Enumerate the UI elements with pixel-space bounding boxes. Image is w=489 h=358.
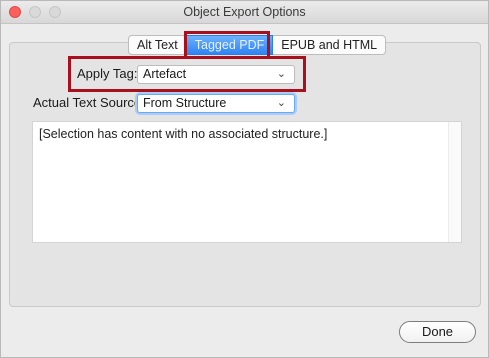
tab-bar: Alt Text Tagged PDF EPUB and HTML <box>128 35 387 55</box>
actual-text-area[interactable]: [Selection has content with no associate… <box>32 121 462 243</box>
actual-text-source-select[interactable]: From Structure ⌄ <box>137 94 295 113</box>
actual-text-content: [Selection has content with no associate… <box>39 127 328 141</box>
actual-text-source-value: From Structure <box>143 96 227 110</box>
title-bar: Object Export Options <box>1 1 488 24</box>
done-button[interactable]: Done <box>399 321 476 343</box>
dialog-window: Object Export Options Alt Text Tagged PD… <box>0 0 489 358</box>
actual-text-source-label: Actual Text Source: <box>33 95 145 110</box>
tab-epub-and-html[interactable]: EPUB and HTML <box>273 35 387 55</box>
chevron-down-icon: ⌄ <box>276 97 286 109</box>
tab-tagged-pdf[interactable]: Tagged PDF <box>186 35 274 55</box>
vertical-scrollbar[interactable] <box>448 122 461 242</box>
chevron-down-icon: ⌄ <box>276 68 286 80</box>
apply-tag-value: Artefact <box>143 67 187 81</box>
tab-alt-text[interactable]: Alt Text <box>128 35 187 55</box>
apply-tag-select[interactable]: Artefact ⌄ <box>137 65 295 84</box>
apply-tag-label: Apply Tag: <box>77 66 138 81</box>
window-title: Object Export Options <box>183 5 306 19</box>
